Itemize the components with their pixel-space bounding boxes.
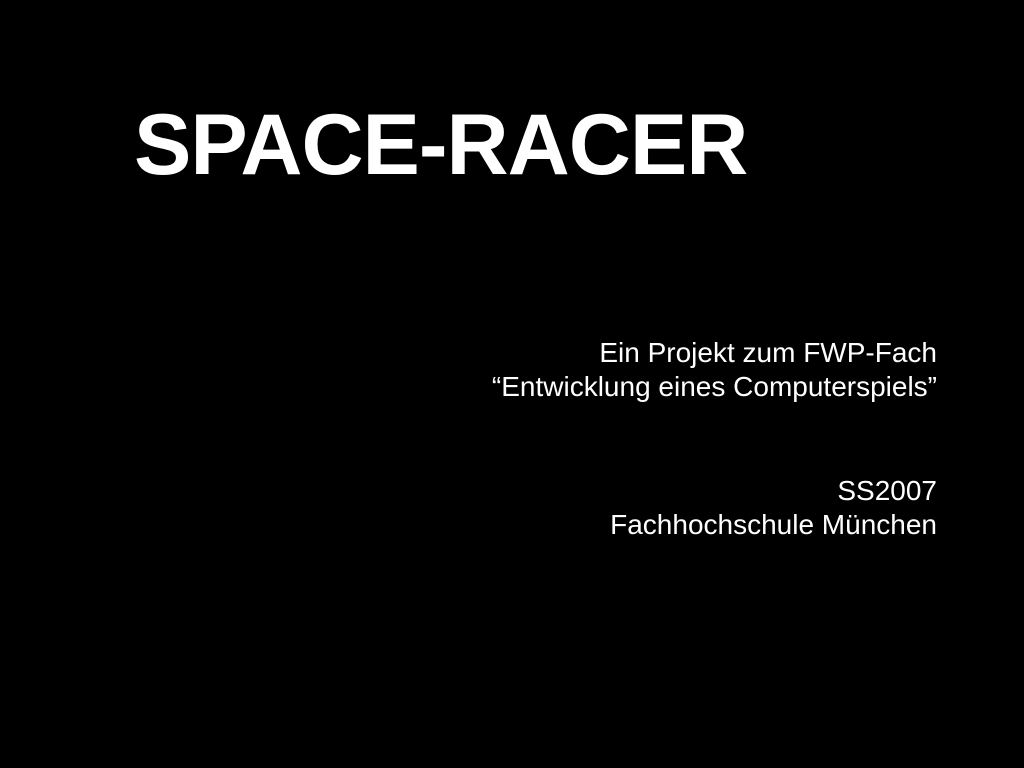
semester-label: SS2007 xyxy=(837,475,937,506)
project-description: Ein Projekt zum FWP-Fach “Entwicklung ei… xyxy=(492,336,937,404)
institution-label: Fachhochschule München xyxy=(610,509,937,540)
credits-block: SS2007 Fachhochschule München xyxy=(610,474,937,542)
game-title: SPACE-RACER xyxy=(134,97,748,193)
project-line-1: Ein Projekt zum FWP-Fach xyxy=(599,337,937,368)
project-line-2: “Entwicklung eines Computerspiels” xyxy=(491,371,937,402)
title-screen: SPACE-RACER Ein Projekt zum FWP-Fach “En… xyxy=(0,0,1024,768)
